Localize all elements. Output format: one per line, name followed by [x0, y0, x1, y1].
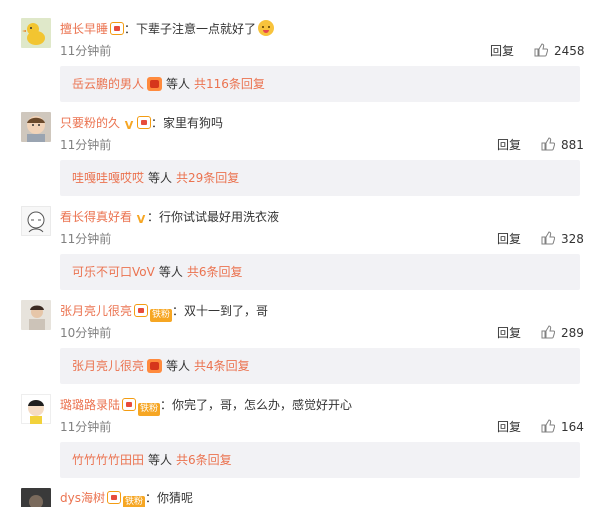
v-verified-icon: V — [124, 119, 134, 132]
reply-summary[interactable]: 哇嘎哇嘎哎哎 等人 共29条回复 — [60, 160, 580, 196]
reply-summary[interactable]: 张月亮儿很亮 等人 共4条回复 — [60, 348, 580, 384]
thumbs-up-icon — [541, 325, 555, 339]
crown-badge-icon — [134, 304, 149, 317]
crown-badge-icon — [122, 398, 137, 411]
thumbs-up-icon — [534, 43, 548, 57]
tiefen-badge: 铁粉 — [122, 496, 145, 507]
crown-badge-icon — [147, 77, 163, 91]
comment-item: dys海树 铁粉 ：你猜呢 — [0, 488, 599, 507]
avatar[interactable] — [21, 206, 51, 236]
comment-username[interactable]: 张月亮儿很亮 — [60, 304, 132, 318]
comment-time: 10分钟前 — [60, 326, 112, 340]
like-button[interactable]: 164 — [541, 418, 584, 436]
tiefen-badge: 铁粉 — [150, 309, 173, 322]
crown-badge-icon — [147, 359, 163, 373]
comment-header: 只要粉的久 V ：家里有狗吗 — [60, 116, 224, 132]
comment-item: 擅长早睡 ：下辈子注意一点就好了 11分钟前 回复 2458 岳云鹏的男人 等人 共1… — [0, 18, 599, 118]
avatar[interactable] — [21, 112, 51, 142]
reply-summary-user[interactable]: 张月亮儿很亮 — [72, 359, 144, 373]
avatar[interactable] — [21, 18, 51, 48]
comment-item: 只要粉的久 V ：家里有狗吗 11分钟前 回复 881 哇嘎哇嘎哎哎 等人 共29条回复 — [0, 112, 599, 212]
reply-summary-user[interactable]: 哇嘎哇嘎哎哎 — [72, 171, 144, 185]
like-button[interactable]: 328 — [541, 230, 584, 248]
reply-summary-user[interactable]: 可乐不可口VoV — [72, 265, 155, 279]
comment-time: 11分钟前 — [60, 232, 112, 246]
like-button[interactable]: 2458 — [534, 42, 585, 60]
reply-button[interactable]: 回复 — [497, 418, 521, 436]
thumbs-up-icon — [541, 137, 555, 151]
v-verified-icon: V — [136, 213, 146, 226]
comment-item: 看长得真好看 V ：行你试试最好用洗衣液 11分钟前 回复 328 可乐不可口VoV… — [0, 206, 599, 306]
avatar[interactable] — [21, 394, 51, 424]
thumbs-up-icon — [541, 231, 555, 245]
comment-username[interactable]: 擅长早睡 — [60, 22, 108, 36]
comment-item: 璐璐路录陆 铁粉 ：你完了，哥，怎么办，感觉好开心 11分钟前 回复 164 竹竹竹… — [0, 394, 599, 494]
comment-time: 11分钟前 — [60, 420, 112, 434]
comment-username[interactable]: 只要粉的久 — [60, 116, 120, 130]
comment-time: 11分钟前 — [60, 44, 112, 58]
avatar[interactable] — [21, 300, 51, 330]
reply-summary[interactable]: 岳云鹏的男人 等人 共116条回复 — [60, 66, 580, 102]
avatar[interactable] — [21, 488, 51, 507]
comment-text: 双十一到了，哥 — [184, 304, 269, 318]
like-count: 881 — [561, 138, 584, 152]
comment-username[interactable]: 璐璐路录陆 — [60, 398, 120, 412]
reply-summary[interactable]: 竹竹竹竹田田 等人 共6条回复 — [60, 442, 580, 478]
smile-emoji-icon — [258, 20, 275, 36]
reply-summary[interactable]: 可乐不可口VoV 等人 共6条回复 — [60, 254, 580, 290]
reply-button[interactable]: 回复 — [497, 324, 521, 342]
comment-header: 看长得真好看 V ：行你试试最好用洗衣液 — [60, 210, 280, 226]
comment-text: 家里有狗吗 — [163, 116, 224, 130]
reply-summary-user[interactable]: 竹竹竹竹田田 — [72, 453, 144, 467]
comment-header: 擅长早睡 ：下辈子注意一点就好了 — [60, 20, 275, 38]
comment-username[interactable]: 看长得真好看 — [60, 210, 132, 224]
like-count: 328 — [561, 232, 584, 246]
comment-text: 你猜呢 — [157, 491, 194, 505]
comment-time: 11分钟前 — [60, 138, 112, 152]
crown-badge-icon — [110, 22, 125, 35]
reply-summary-total[interactable]: 共6条回复 — [187, 265, 243, 279]
reply-button[interactable]: 回复 — [497, 230, 521, 248]
like-count: 289 — [561, 326, 584, 340]
crown-badge-icon — [137, 116, 152, 129]
crown-badge-icon — [106, 491, 121, 504]
like-button[interactable]: 881 — [541, 136, 584, 154]
reply-button[interactable]: 回复 — [497, 136, 521, 154]
tiefen-badge: 铁粉 — [138, 403, 161, 416]
comment-header: 璐璐路录陆 铁粉 ：你完了，哥，怎么办，感觉好开心 — [60, 398, 353, 416]
reply-button[interactable]: 回复 — [490, 42, 514, 60]
reply-summary-total[interactable]: 共29条回复 — [176, 171, 239, 185]
reply-summary-total[interactable]: 共6条回复 — [176, 453, 232, 467]
comment-header: 张月亮儿很亮 铁粉 ：双十一到了，哥 — [60, 304, 269, 322]
reply-summary-total[interactable]: 共116条回复 — [194, 77, 265, 91]
thumbs-up-icon — [541, 419, 555, 433]
like-count: 2458 — [554, 44, 585, 58]
comment-item: 张月亮儿很亮 铁粉 ：双十一到了，哥 10分钟前 回复 289 张月亮儿很亮 等人 共4… — [0, 300, 599, 400]
comment-header: dys海树 铁粉 ：你猜呢 — [60, 491, 194, 507]
like-button[interactable]: 289 — [541, 324, 584, 342]
comment-text: 下辈子注意一点就好了 — [136, 22, 257, 36]
comment-text: 你完了，哥，怎么办，感觉好开心 — [172, 398, 353, 412]
like-count: 164 — [561, 420, 584, 434]
reply-summary-user[interactable]: 岳云鹏的男人 — [72, 77, 144, 91]
comment-text: 行你试试最好用洗衣液 — [159, 210, 280, 224]
reply-summary-total[interactable]: 共4条回复 — [194, 359, 250, 373]
comment-username[interactable]: dys海树 — [60, 491, 105, 505]
